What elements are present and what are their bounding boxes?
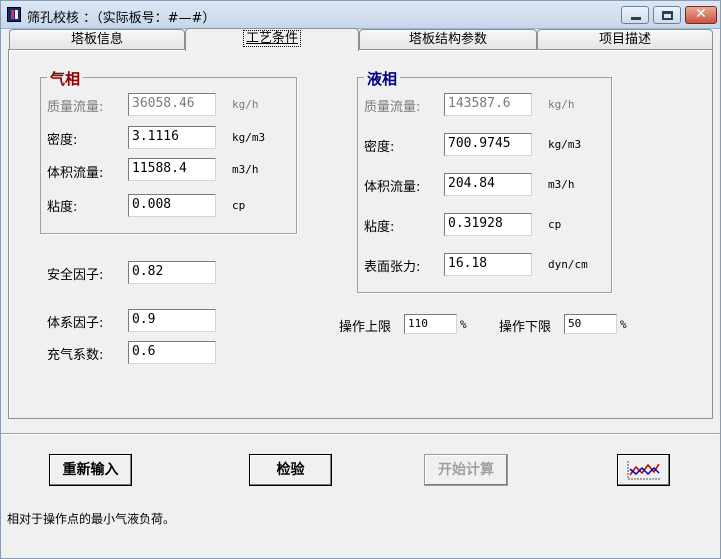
lower-limit-unit: %: [620, 318, 627, 331]
liquid-mass-flow-label: 质量流量:: [364, 100, 421, 115]
gas-density-field[interactable]: 3.1116: [128, 126, 216, 149]
gas-density-label: 密度:: [47, 133, 78, 148]
tab-label: 塔板结构参数: [408, 32, 487, 47]
main-window: 筛孔校核 ：（实际板号：#—#） ✕ 塔板信息 工艺条件 塔板结构参数 项目描述…: [0, 0, 721, 559]
status-text: 相对于操作点的最小气液负荷。: [7, 512, 176, 526]
liquid-phase-title: 液相: [364, 68, 401, 89]
surface-tension-field[interactable]: 16.18: [444, 253, 532, 276]
surface-tension-label: 表面张力:: [364, 260, 421, 275]
tab-label: 塔板信息: [70, 32, 123, 47]
tab-panel: 气相 质量流量: 36058.46 kg/h 密度: 3.1116 kg/m3 …: [8, 49, 713, 419]
gas-viscosity-field[interactable]: 0.008: [128, 194, 216, 217]
liquid-viscosity-field[interactable]: 0.31928: [444, 213, 532, 236]
lower-limit-label: 操作下限: [499, 320, 552, 335]
gas-viscosity-unit: cp: [232, 199, 246, 212]
aeration-factor-label: 充气系数:: [47, 348, 104, 363]
maximize-button[interactable]: [653, 6, 681, 24]
gas-volume-flow-field[interactable]: 11588.4: [128, 158, 216, 181]
minimize-icon: [631, 17, 641, 20]
safety-factor-field[interactable]: 0.82: [128, 261, 216, 284]
liquid-volume-flow-label: 体积流量:: [364, 180, 421, 195]
upper-limit-field[interactable]: 110: [404, 314, 457, 334]
liquid-viscosity-unit: cp: [548, 218, 562, 231]
tab-label: 工艺条件: [242, 30, 301, 47]
liquid-viscosity-label: 粘度:: [364, 220, 395, 235]
reinput-button[interactable]: 重新输入: [49, 454, 132, 486]
liquid-volume-flow-unit: m3/h: [548, 178, 575, 191]
upper-limit-label: 操作上限: [339, 320, 392, 335]
window-title: 筛孔校核 ：（实际板号：#—#）: [27, 11, 216, 26]
close-button[interactable]: ✕: [685, 6, 717, 24]
system-factor-label: 体系因子:: [47, 316, 104, 331]
tab-project-description[interactable]: 项目描述: [537, 29, 713, 50]
gas-mass-flow-field: 36058.46: [128, 93, 216, 116]
liquid-mass-flow-unit: kg/h: [548, 98, 575, 111]
safety-factor-label: 安全因子:: [47, 268, 104, 283]
line-chart-icon: [627, 461, 660, 480]
tab-tray-info[interactable]: 塔板信息: [9, 29, 185, 50]
title-bar[interactable]: 筛孔校核 ：（实际板号：#—#） ✕: [1, 1, 720, 29]
liquid-density-label: 密度:: [364, 140, 395, 155]
tab-label: 项目描述: [598, 32, 651, 47]
liquid-density-unit: kg/m3: [548, 138, 582, 151]
check-button[interactable]: 检验: [249, 454, 332, 486]
gas-volume-flow-unit: m3/h: [232, 163, 259, 176]
liquid-mass-flow-field: 143587.6: [444, 93, 532, 116]
minimize-button[interactable]: [621, 6, 649, 24]
gas-phase-title: 气相: [47, 68, 84, 89]
gas-density-unit: kg/m3: [232, 131, 266, 144]
surface-tension-unit: dyn/cm: [548, 258, 588, 271]
gas-mass-flow-label: 质量流量:: [47, 100, 104, 115]
aeration-factor-field[interactable]: 0.6: [128, 341, 216, 364]
start-calc-button[interactable]: 开始计算: [424, 454, 508, 486]
separator: [1, 433, 720, 435]
lower-limit-field[interactable]: 50: [564, 314, 617, 334]
gas-volume-flow-label: 体积流量:: [47, 166, 104, 181]
tab-tray-structure[interactable]: 塔板结构参数: [359, 29, 537, 50]
gas-mass-flow-unit: kg/h: [232, 98, 259, 111]
maximize-icon: [662, 11, 673, 20]
close-icon: ✕: [695, 6, 707, 22]
chart-button[interactable]: [617, 454, 670, 486]
upper-limit-unit: %: [460, 318, 467, 331]
app-icon: [7, 7, 21, 22]
liquid-density-field[interactable]: 700.9745: [444, 133, 532, 156]
liquid-volume-flow-field[interactable]: 204.84: [444, 173, 532, 196]
gas-viscosity-label: 粘度:: [47, 200, 78, 215]
tab-process-conditions[interactable]: 工艺条件: [185, 28, 359, 51]
system-factor-field[interactable]: 0.9: [128, 309, 216, 332]
